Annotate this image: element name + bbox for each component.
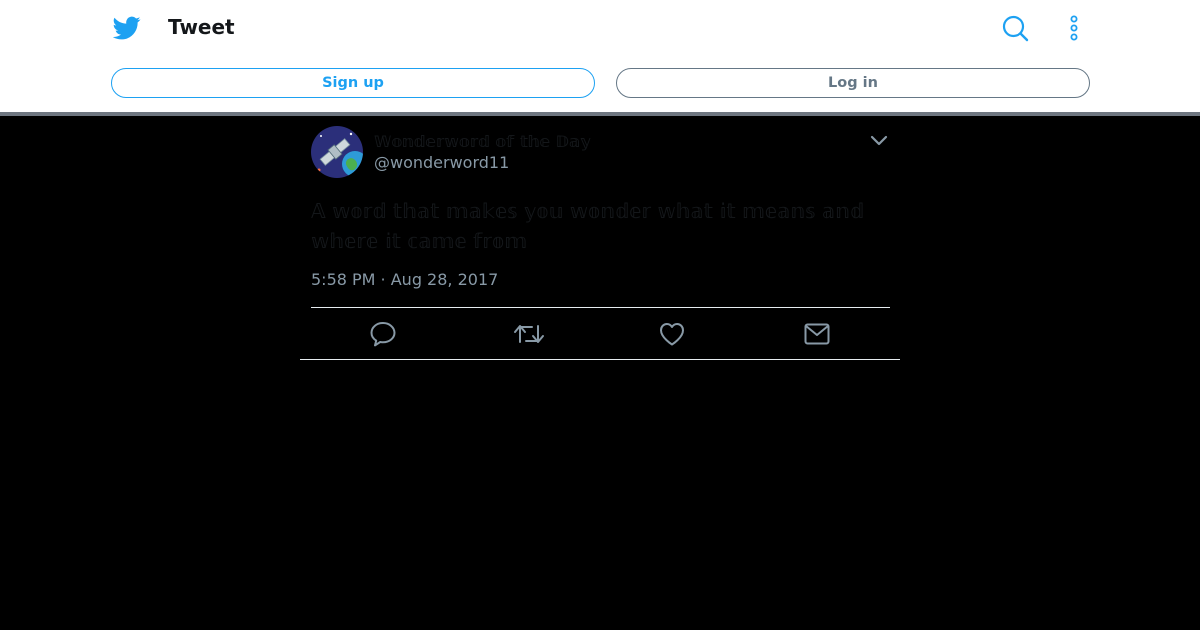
satellite-avatar-icon [311,126,363,178]
reply-icon[interactable] [369,320,397,348]
header-divider [0,112,1200,116]
envelope-icon[interactable] [803,320,831,348]
search-icon[interactable] [1001,14,1029,42]
page-title: Tweet [168,15,235,39]
divider [311,307,890,308]
log-in-button[interactable]: Log in [616,68,1090,98]
avatar[interactable] [311,126,363,178]
top-bar: Tweet Sign up Log in [0,0,1200,112]
author-display-name[interactable]: 𝕎𝕠𝕟𝕕𝕖𝕣𝕨𝕠𝕣𝕕 𝕠𝕗 𝕥𝕙𝕖 𝔻𝕒𝕪 [374,132,591,151]
more-vertical-icon[interactable] [1062,14,1086,42]
chevron-down-icon[interactable] [868,130,890,152]
twitter-bird-icon[interactable] [113,14,141,42]
heart-icon[interactable] [658,320,686,348]
retweet-icon[interactable] [513,320,544,348]
author-handle[interactable]: @wonderword11 [374,153,509,172]
tweet-timestamp[interactable]: 5:58 PM · Aug 28, 2017 [311,270,498,289]
tweet-text: 𝔸 𝕨𝕠𝕣𝕕 𝕥𝕙𝕒𝕥 𝕞𝕒𝕜𝕖𝕤 𝕪𝕠𝕦 𝕨𝕠𝕟𝕕𝕖𝕣 𝕨𝕙𝕒𝕥 𝕚𝕥 𝕞𝕖𝕒… [311,199,864,253]
divider [300,359,900,360]
sign-up-button[interactable]: Sign up [111,68,595,98]
